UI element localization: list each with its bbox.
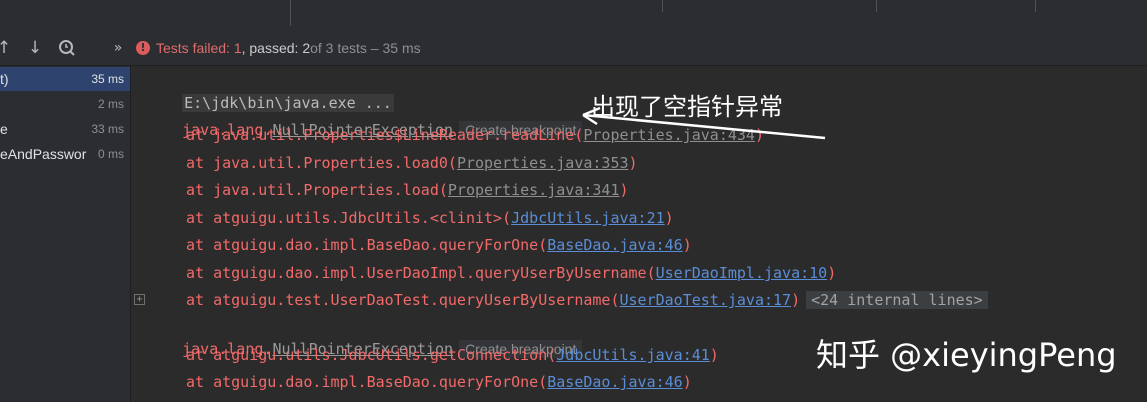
test-toolbar: ↑ ↓ » ! Tests failed: 1 , passed: 2 of 3… bbox=[0, 30, 1147, 66]
stack-frame: at java.util.Properties$LineReader.readL… bbox=[146, 124, 764, 146]
frame-text: at atguigu.test.UserDaoTest.queryUserByU… bbox=[186, 291, 620, 309]
status-passed: , passed: 2 bbox=[241, 40, 311, 56]
annotation-text: 出现了空指针异常 bbox=[591, 93, 783, 121]
test-status: ! Tests failed: 1 , passed: 2 of 3 tests… bbox=[136, 38, 421, 58]
status-total: of 3 tests – 35 ms bbox=[310, 40, 421, 56]
frame-close: ) bbox=[664, 209, 674, 227]
source-link[interactable]: JdbcUtils.java:41 bbox=[556, 346, 710, 364]
frame-close: ) bbox=[709, 346, 719, 364]
error-icon: ! bbox=[136, 41, 150, 55]
stack-frame: at atguigu.dao.impl.BaseDao.queryForOne(… bbox=[146, 234, 692, 256]
source-link[interactable]: Properties.java:341 bbox=[448, 181, 620, 199]
frame-close: ) bbox=[628, 154, 638, 172]
source-link[interactable]: Properties.java:434 bbox=[583, 126, 755, 144]
stack-frame: at java.util.Properties.load(Properties.… bbox=[146, 179, 629, 201]
frame-close: ) bbox=[682, 236, 692, 254]
frame-text: at java.util.Properties.load( bbox=[186, 181, 448, 199]
test-duration: 2 ms bbox=[97, 97, 124, 111]
test-duration: 35 ms bbox=[91, 72, 124, 86]
frame-text: at atguigu.utils.JdbcUtils.getConnection… bbox=[186, 346, 557, 364]
frame-text: at java.util.Properties$LineReader.readL… bbox=[186, 126, 584, 144]
clock-search-icon[interactable] bbox=[57, 38, 77, 58]
test-tree-item[interactable]: e 33 ms bbox=[0, 117, 130, 141]
frame-text: at java.util.Properties.load0( bbox=[186, 154, 457, 172]
test-tree: t) 35 ms 2 ms e 33 ms eAndPasswor 0 ms bbox=[0, 66, 131, 402]
frame-close: ) bbox=[619, 181, 629, 199]
test-tree-item[interactable]: eAndPasswor 0 ms bbox=[0, 142, 130, 166]
frame-close: ) bbox=[682, 373, 692, 391]
test-tree-item[interactable]: 2 ms bbox=[0, 92, 130, 116]
stack-frame: at atguigu.utils.JdbcUtils.<clinit>(Jdbc… bbox=[146, 207, 674, 229]
source-link[interactable]: UserDaoTest.java:17 bbox=[619, 291, 791, 309]
source-link[interactable]: BaseDao.java:46 bbox=[547, 373, 682, 391]
frame-text: at atguigu.dao.impl.BaseDao.queryForOne( bbox=[186, 236, 548, 254]
divider bbox=[876, 0, 877, 12]
internal-lines-toggle[interactable]: <24 internal lines> bbox=[806, 291, 988, 309]
top-strip bbox=[0, 0, 1147, 30]
status-failed: Tests failed: 1 bbox=[156, 40, 242, 56]
source-link[interactable]: UserDaoImpl.java:10 bbox=[656, 264, 828, 282]
double-chevron-right-icon[interactable]: » bbox=[108, 38, 128, 58]
source-link[interactable]: JdbcUtils.java:21 bbox=[511, 209, 665, 227]
console-line: java.lang.NullPointerException Create bre… bbox=[146, 97, 583, 139]
test-name: t) bbox=[0, 71, 9, 87]
test-name: eAndPasswor bbox=[0, 146, 87, 162]
frame-close: ) bbox=[827, 264, 837, 282]
arrow-up-icon[interactable]: ↑ bbox=[0, 38, 14, 58]
stack-frame: at atguigu.test.UserDaoTest.queryUserByU… bbox=[146, 289, 988, 311]
divider bbox=[1035, 0, 1036, 12]
console-line: java.lang.NullPointerException Create bre… bbox=[146, 316, 583, 358]
frame-close: ) bbox=[754, 126, 764, 144]
stack-frame: at atguigu.dao.impl.UserDaoImpl.queryUse… bbox=[146, 262, 836, 284]
frame-close: ) bbox=[791, 291, 801, 309]
frame-text: at atguigu.dao.impl.BaseDao.queryForOne( bbox=[186, 373, 548, 391]
stack-frame: at java.util.Properties.load0(Properties… bbox=[146, 152, 638, 174]
divider bbox=[662, 0, 663, 12]
source-link[interactable]: Properties.java:353 bbox=[457, 154, 629, 172]
arrow-down-icon[interactable]: ↓ bbox=[25, 38, 45, 58]
test-duration: 33 ms bbox=[91, 122, 124, 136]
stack-frame: at atguigu.dao.impl.BaseDao.queryForOne(… bbox=[146, 371, 692, 393]
source-link[interactable]: BaseDao.java:46 bbox=[547, 236, 682, 254]
stack-frame: at atguigu.utils.JdbcUtils.getConnection… bbox=[146, 344, 719, 366]
frame-text: at atguigu.dao.impl.UserDaoImpl.queryUse… bbox=[186, 264, 656, 282]
test-tree-item[interactable]: t) 35 ms bbox=[0, 67, 130, 91]
watermark: 知乎 @xieyingPeng bbox=[816, 336, 1117, 374]
divider bbox=[290, 0, 291, 26]
test-duration: 0 ms bbox=[97, 147, 124, 161]
console-line: E:\jdk\bin\java.exe ... bbox=[146, 70, 394, 112]
frame-text: at atguigu.utils.JdbcUtils.<clinit>( bbox=[186, 209, 512, 227]
test-name: e bbox=[0, 121, 8, 137]
expand-icon[interactable]: + bbox=[134, 294, 145, 305]
